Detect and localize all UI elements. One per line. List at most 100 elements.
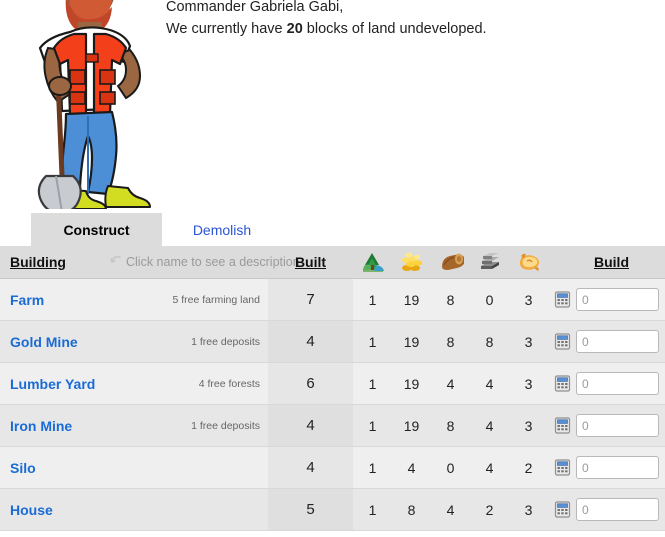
header-build-label: Build	[594, 254, 629, 270]
buildings-table-wrap: Building Click name to see a description…	[0, 246, 665, 537]
header-build[interactable]: Build	[548, 246, 665, 279]
land-blocks-count: 20	[286, 21, 303, 37]
greeting-prefix: We currently have	[166, 21, 287, 37]
cost-food: 2	[509, 446, 548, 489]
built-count: 4	[268, 320, 353, 363]
tab-bar: Construct Demolish	[0, 213, 665, 246]
building-name-link[interactable]: Silo	[10, 460, 36, 476]
cost-wood: 8	[431, 320, 470, 363]
header-description-text: Click name to see a description	[126, 254, 300, 269]
cost-land: 1	[353, 320, 392, 363]
tab-demolish-label: Demolish	[192, 221, 252, 238]
food-icon	[516, 251, 542, 273]
header-building[interactable]: Building	[0, 246, 110, 279]
cost-iron: 4	[470, 404, 509, 447]
cost-land: 1	[353, 362, 392, 405]
built-count: 4	[268, 404, 353, 447]
cost-gold: 19	[392, 362, 431, 405]
greeting-suffix: blocks of land undeveloped.	[302, 21, 487, 37]
calculator-icon[interactable]	[554, 291, 571, 308]
building-note: 4 free forests	[110, 362, 268, 405]
tab-construct[interactable]: Construct	[31, 213, 162, 246]
worker-illustration	[12, 0, 162, 209]
iron-icon	[477, 251, 503, 273]
building-name-link[interactable]: House	[10, 502, 53, 518]
building-name-link[interactable]: Gold Mine	[10, 334, 78, 350]
build-quantity-input[interactable]	[576, 288, 659, 311]
table-row: Gold Mine 1 free deposits 4 1 19 8 8 3	[0, 320, 665, 363]
build-cell	[548, 362, 665, 405]
cursor-arrow-icon	[110, 255, 122, 270]
cost-gold: 19	[392, 278, 431, 321]
cost-wood: 0	[431, 446, 470, 489]
cost-wood: 8	[431, 278, 470, 321]
header-built-label: Built	[294, 254, 327, 270]
building-note: 1 free deposits	[110, 320, 268, 363]
header-resource-food[interactable]	[509, 246, 548, 279]
build-quantity-input[interactable]	[576, 414, 659, 437]
building-note	[110, 488, 268, 531]
built-count: 5	[268, 488, 353, 531]
table-row: House 5 1 8 4 2 3	[0, 488, 665, 531]
cost-gold: 19	[392, 404, 431, 447]
building-name-cell: Silo	[0, 446, 110, 489]
built-count: 6	[268, 362, 353, 405]
calculator-icon[interactable]	[554, 501, 571, 518]
build-cell	[548, 278, 665, 321]
build-quantity-input[interactable]	[576, 330, 659, 353]
building-note: 1 free deposits	[110, 404, 268, 447]
calculator-icon[interactable]	[554, 375, 571, 392]
wood-icon	[438, 251, 465, 273]
greeting-line-1: Commander Gabriela Gabi,	[166, 0, 344, 15]
header-description-hint: Click name to see a description	[110, 246, 300, 279]
gold-icon	[399, 251, 425, 273]
build-quantity-input[interactable]	[576, 372, 659, 395]
build-cell	[548, 446, 665, 489]
building-name-link[interactable]: Farm	[10, 292, 44, 308]
greeting-text: Commander Gabriela Gabi, We currently ha…	[166, 0, 646, 40]
cost-gold: 4	[392, 446, 431, 489]
cost-food: 3	[509, 404, 548, 447]
tab-demolish[interactable]: Demolish	[162, 213, 282, 246]
building-name-link[interactable]: Lumber Yard	[10, 376, 95, 392]
building-note	[110, 446, 268, 489]
building-name-cell: Farm	[0, 278, 110, 321]
greeting-line-2: We currently have 20 blocks of land unde…	[166, 18, 646, 40]
cost-food: 3	[509, 278, 548, 321]
header-resource-iron[interactable]	[470, 246, 509, 279]
table-row: Farm 5 free farming land 7 1 19 8 0 3	[0, 278, 665, 321]
header-resource-gold[interactable]	[392, 246, 431, 279]
construct-page: Commander Gabriela Gabi, We currently ha…	[0, 0, 665, 537]
build-cell	[548, 320, 665, 363]
cost-gold: 19	[392, 320, 431, 363]
cost-land: 1	[353, 278, 392, 321]
cost-wood: 4	[431, 362, 470, 405]
built-count: 4	[268, 446, 353, 489]
header-resource-wood[interactable]	[431, 246, 470, 279]
cost-iron: 8	[470, 320, 509, 363]
cost-gold: 8	[392, 488, 431, 531]
cost-land: 1	[353, 404, 392, 447]
cost-iron: 4	[470, 446, 509, 489]
building-name-link[interactable]: Iron Mine	[10, 418, 72, 434]
build-cell	[548, 404, 665, 447]
calculator-icon[interactable]	[554, 459, 571, 476]
cost-land: 1	[353, 488, 392, 531]
buildings-table: Building Click name to see a description…	[0, 246, 665, 531]
header-resource-land[interactable]	[353, 246, 392, 279]
build-quantity-input[interactable]	[576, 498, 659, 521]
table-row: Lumber Yard 4 free forests 6 1 19 4 4 3	[0, 362, 665, 405]
cost-iron: 0	[470, 278, 509, 321]
calculator-icon[interactable]	[554, 333, 571, 350]
buildings-table-body: Farm5 free farming land7119803Gold Mine1…	[0, 278, 665, 531]
build-quantity-input[interactable]	[576, 456, 659, 479]
calculator-icon[interactable]	[554, 417, 571, 434]
cost-land: 1	[353, 446, 392, 489]
building-name-cell: Lumber Yard	[0, 362, 110, 405]
cost-iron: 4	[470, 362, 509, 405]
cost-wood: 8	[431, 404, 470, 447]
cost-iron: 2	[470, 488, 509, 531]
build-cell	[548, 488, 665, 531]
cost-wood: 4	[431, 488, 470, 531]
building-note: 5 free farming land	[110, 278, 268, 321]
